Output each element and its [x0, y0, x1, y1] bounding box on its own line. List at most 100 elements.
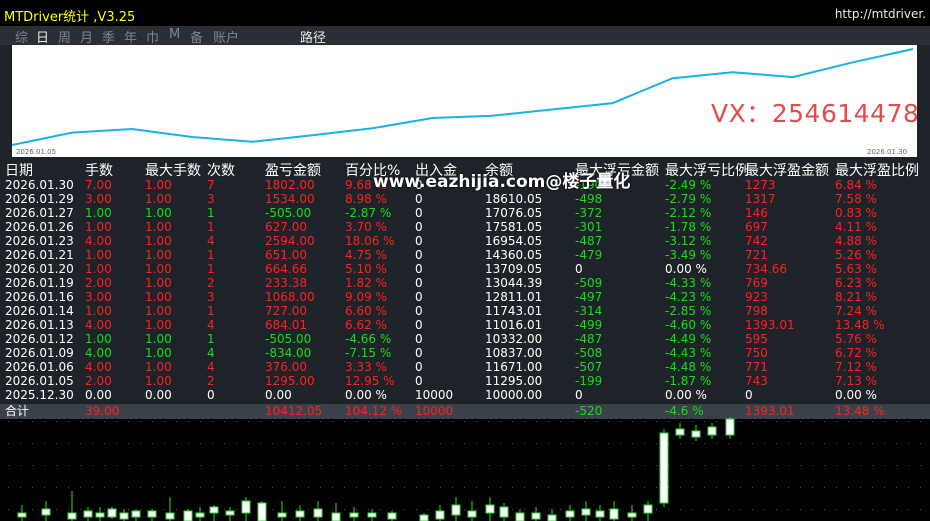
stats-panel: MTDriver统计 ,V3.25 http://mtdriver. 综 日 周…	[0, 0, 930, 419]
grid-dot	[188, 443, 189, 444]
cell-max-lots: 1.00	[145, 276, 172, 290]
grid-dot	[920, 421, 921, 422]
grid-dot	[896, 443, 897, 444]
cell-max-dd-pct: -4.43 %	[665, 346, 712, 360]
grid-dot	[248, 421, 249, 422]
cell-pnl: 1534.00	[265, 192, 315, 206]
cell-pct: -7.15 %	[345, 346, 392, 360]
grid-dot	[428, 465, 429, 466]
tab-yearly[interactable]: 年	[124, 27, 137, 46]
grid-dot	[44, 421, 45, 422]
cell-date: 2026.01.14	[5, 304, 74, 318]
candle-body	[515, 512, 525, 521]
cell-pct: -2.87 %	[345, 206, 392, 220]
grid-dot	[272, 443, 273, 444]
cell-pct: 12.95 %	[345, 374, 395, 388]
grid-dot	[140, 443, 141, 444]
grid-dot	[200, 421, 201, 422]
tab-summary[interactable]: 综	[15, 27, 28, 46]
cell-lots: 1.00	[85, 206, 112, 220]
tab-quarterly[interactable]: 季	[102, 27, 115, 46]
cell-lots: 2.00	[85, 276, 112, 290]
grid-dot	[512, 509, 513, 510]
grid-dot	[404, 487, 405, 488]
grid-dot	[728, 443, 729, 444]
cell-date: 2025.12.30	[5, 388, 74, 402]
candle-body	[295, 510, 305, 518]
cell-count: 1	[207, 262, 215, 276]
candle-body	[67, 512, 77, 520]
cell-max-dd: -479	[575, 248, 603, 262]
grid-dot	[800, 421, 801, 422]
grid-dot	[476, 487, 477, 488]
grid-dot	[812, 487, 813, 488]
header-count: 次数	[207, 163, 235, 179]
cell-max-lots: 1.00	[145, 318, 172, 332]
grid-dot	[332, 465, 333, 466]
cell-max-up: 697	[745, 220, 768, 234]
grid-dot	[80, 443, 81, 444]
grid-dot	[656, 487, 657, 488]
cell-max-dd-pct: -4.23 %	[665, 290, 712, 304]
header-max-runup: 最大浮盈金额	[745, 163, 829, 179]
grid-dot	[80, 509, 81, 510]
grid-dot	[740, 465, 741, 466]
grid-dot	[296, 509, 297, 510]
grid-dot	[548, 443, 549, 444]
grid-dot	[260, 443, 261, 444]
cell-lots: 1.00	[85, 262, 112, 276]
grid-dot	[392, 487, 393, 488]
grid-dot	[32, 487, 33, 488]
cell-max-dd: -199	[575, 374, 603, 388]
grid-dot	[296, 487, 297, 488]
chart-end-label: 2026.01.30	[867, 148, 907, 156]
cell-cash: 0	[415, 206, 423, 220]
grid-dot	[560, 465, 561, 466]
grid-dot	[716, 509, 717, 510]
grid-dot	[668, 509, 669, 510]
cell-max-dd: -508	[575, 346, 603, 360]
grid-dot	[104, 465, 105, 466]
cell-lots: 4.00	[85, 318, 112, 332]
tab-monthly[interactable]: 月	[80, 27, 93, 46]
cell-pct: 3.70 %	[345, 220, 387, 234]
grid-dot	[476, 443, 477, 444]
tab-notes[interactable]: 备	[190, 27, 203, 46]
candle-body	[485, 504, 495, 514]
cell-max-dd-pct: -2.12 %	[665, 206, 712, 220]
grid-dot	[596, 509, 597, 510]
tab-account[interactable]: 账户	[213, 27, 239, 46]
grid-dot	[152, 465, 153, 466]
cell-lots: 2.00	[85, 374, 112, 388]
grid-dot	[32, 465, 33, 466]
candle-body	[467, 510, 477, 518]
cell-balance: 16954.05	[485, 234, 543, 248]
site-url[interactable]: http://mtdriver.	[835, 7, 926, 21]
cell-pct: 0.00 %	[345, 388, 387, 402]
grid-dot	[848, 465, 849, 466]
cell-count: 4	[207, 360, 215, 374]
candle-body	[147, 510, 157, 518]
cell-max-dd-pct: 0.00 %	[665, 262, 707, 276]
cell-max-up: 1273	[745, 178, 776, 192]
grid-dot	[236, 509, 237, 510]
tab-magic[interactable]: M	[169, 27, 180, 42]
grid-dot	[704, 487, 705, 488]
candle-body	[119, 512, 129, 520]
cell-max-up-pct: 6.23 %	[835, 276, 877, 290]
cell-count: 4	[207, 234, 215, 248]
cell-max-lots: 1.00	[145, 234, 172, 248]
grid-dot	[788, 421, 789, 422]
grid-dot	[176, 421, 177, 422]
grid-dot	[176, 509, 177, 510]
grid-dot	[488, 465, 489, 466]
tab-symbol[interactable]: 巾	[146, 27, 159, 46]
cell-date: 2026.01.27	[5, 206, 74, 220]
cell-balance: 17076.05	[485, 206, 543, 220]
total-pnl: 10412.05	[265, 404, 323, 418]
tab-daily[interactable]: 日	[36, 27, 49, 46]
table-row: 2026.01.21 1.00 1.00 1 651.00 4.75 % 0 14360.05…	[0, 248, 930, 262]
tab-path[interactable]: 路径	[300, 27, 326, 46]
grid-dot	[56, 509, 57, 510]
tab-weekly[interactable]: 周	[58, 27, 71, 46]
